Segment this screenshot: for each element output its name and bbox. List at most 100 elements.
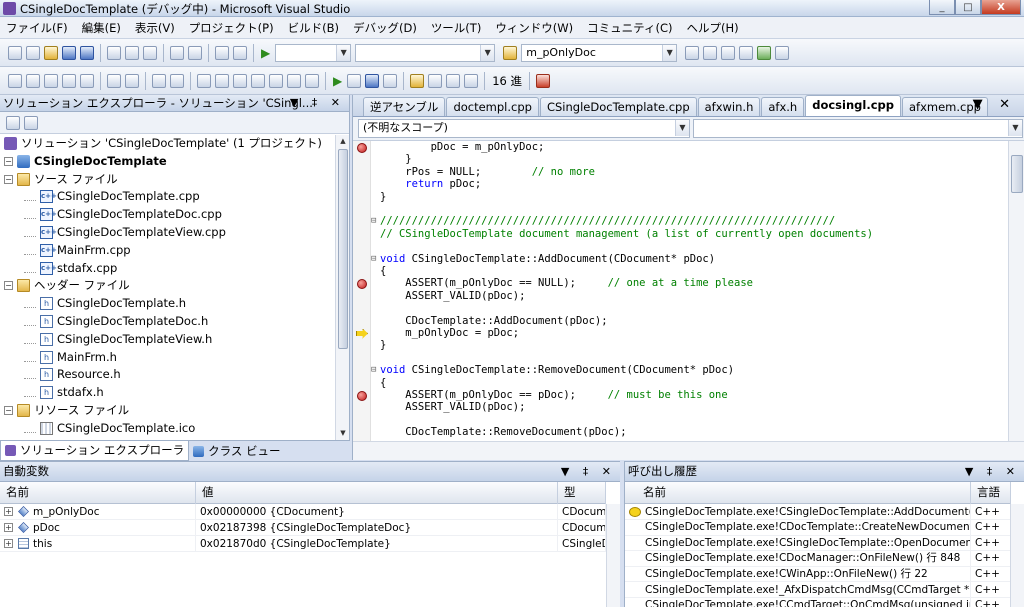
- break-all-icon[interactable]: [347, 74, 362, 88]
- uncomment-icon[interactable]: [170, 74, 184, 88]
- breakpoint-icon[interactable]: [357, 278, 367, 289]
- bookmark-next-icon[interactable]: [233, 74, 247, 88]
- save-all-icon[interactable]: [80, 46, 94, 60]
- expand-toggle-icon[interactable]: −: [4, 156, 13, 166]
- menu-item[interactable]: プロジェクト(P): [189, 20, 274, 36]
- solution-explorer-scrollbar[interactable]: ▲ ▼: [335, 135, 349, 440]
- word-completion-icon[interactable]: [80, 74, 94, 88]
- comment-out-icon[interactable]: [152, 74, 166, 88]
- bookmark-next-folder-icon[interactable]: [269, 74, 283, 88]
- tree-item[interactable]: h CSingleDocTemplateView.h: [24, 331, 212, 348]
- expand-plus-icon[interactable]: +: [4, 507, 13, 516]
- tree-item[interactable]: ソリューション 'CSingleDocTemplate' (1 プロジェクト): [4, 135, 322, 152]
- tab-solution-explorer[interactable]: ソリューション エクスプローラ: [0, 441, 190, 461]
- solution-platform-combo[interactable]: ▼: [355, 44, 496, 62]
- menu-item[interactable]: 表示(V): [135, 20, 175, 36]
- expand-plus-icon[interactable]: +: [4, 539, 13, 548]
- scroll-up-icon[interactable]: ▲: [336, 135, 350, 148]
- breakpoint-icon[interactable]: [357, 142, 367, 153]
- scroll-down-icon[interactable]: ▼: [336, 427, 350, 440]
- find-in-files-icon[interactable]: [503, 46, 518, 60]
- table-row[interactable]: CSingleDocTemplate.exe!_AfxDispatchCmdMs…: [625, 582, 1011, 598]
- menu-item[interactable]: 編集(E): [82, 20, 121, 36]
- increase-indent-icon[interactable]: [125, 74, 139, 88]
- toolbox-icon[interactable]: [739, 46, 754, 60]
- autos-value-cell[interactable]: 0x02187398 {CSingleDocTemplateDoc}: [196, 520, 558, 535]
- table-row[interactable]: + this 0x021870d0 {CSingleDocTemplate} CSin…: [0, 536, 606, 552]
- tree-item[interactable]: − ヘッダー ファイル: [4, 277, 130, 294]
- scroll-thumb[interactable]: [1011, 155, 1023, 193]
- tree-item[interactable]: h Resource.h: [24, 366, 121, 383]
- editor-tab[interactable]: afxwin.h: [697, 97, 761, 116]
- menu-item[interactable]: ビルド(B): [288, 20, 339, 36]
- bookmark-previous-icon[interactable]: [215, 74, 229, 88]
- maximize-button[interactable]: □: [955, 0, 981, 15]
- step-into-icon[interactable]: [428, 74, 443, 88]
- table-row[interactable]: CSingleDocTemplate.exe!CSingleDocTemplat…: [625, 535, 1011, 552]
- autos-column-header[interactable]: 値: [196, 482, 558, 504]
- cut-icon[interactable]: [107, 46, 121, 60]
- step-out-icon[interactable]: [464, 74, 479, 88]
- other-windows-icon[interactable]: [775, 46, 790, 60]
- fold-toggle-icon[interactable]: ⊟: [371, 364, 380, 377]
- menu-item[interactable]: ファイル(F): [6, 20, 68, 36]
- copy-icon[interactable]: [125, 46, 139, 60]
- paste-icon[interactable]: [143, 46, 157, 60]
- undo-icon[interactable]: [170, 46, 184, 60]
- editor-tab[interactable]: doctempl.cpp: [446, 97, 539, 116]
- autos-column-header[interactable]: 型: [558, 482, 606, 504]
- table-row[interactable]: CSingleDocTemplate.exe!CDocManager::OnFi…: [625, 550, 1011, 567]
- properties-window-icon[interactable]: [703, 46, 718, 60]
- start-debugging-icon[interactable]: ▶: [261, 46, 270, 60]
- breakpoint-icon[interactable]: [357, 390, 367, 401]
- menu-item[interactable]: ヘルプ(H): [686, 20, 738, 36]
- editor-tab[interactable]: 逆アセンブル: [363, 97, 446, 116]
- editor-tab[interactable]: CSingleDocTemplate.cpp: [539, 97, 697, 116]
- scope-combo-right[interactable]: ▼: [693, 119, 1023, 138]
- autos-scrollbar[interactable]: [606, 504, 620, 607]
- step-over-icon[interactable]: [446, 74, 461, 88]
- text-editor-icon[interactable]: [8, 74, 22, 88]
- expand-toggle-icon[interactable]: −: [4, 406, 13, 415]
- show-all-files-icon[interactable]: [24, 115, 38, 130]
- table-row[interactable]: CSingleDocTemplate.exe!CWinApp::OnFileNe…: [625, 566, 1011, 583]
- close-button[interactable]: X: [981, 0, 1021, 15]
- start-page-icon[interactable]: [757, 46, 772, 60]
- breakpoints-window-icon[interactable]: [536, 74, 551, 88]
- show-next-statement-icon[interactable]: [410, 74, 425, 88]
- redo-icon[interactable]: [188, 46, 202, 60]
- scroll-thumb[interactable]: [338, 149, 348, 349]
- autos-value-cell[interactable]: 0x00000000 {CDocument}: [196, 504, 558, 519]
- panel-controls[interactable]: ▼ ‡ ✕: [965, 462, 1020, 481]
- hexadecimal-display-toggle[interactable]: 16 進: [492, 73, 522, 89]
- find-combo[interactable]: m_pOnlyDoc ▼: [521, 44, 678, 62]
- tree-item[interactable]: h MainFrm.h: [24, 349, 117, 366]
- expand-toggle-icon[interactable]: −: [4, 174, 13, 184]
- bookmark-clear-icon[interactable]: [287, 74, 301, 88]
- member-list-icon[interactable]: [26, 74, 40, 88]
- new-project-icon[interactable]: [8, 46, 22, 60]
- tree-item[interactable]: c++ stdafx.cpp: [24, 260, 117, 277]
- navigate-back-icon[interactable]: [215, 46, 229, 60]
- editor-vertical-scrollbar[interactable]: [1008, 141, 1024, 441]
- call-stack-scrollbar[interactable]: [1010, 504, 1024, 607]
- menu-item[interactable]: コミュニティ(C): [587, 20, 672, 36]
- table-row[interactable]: CSingleDocTemplate.exe!CSingleDocTemplat…: [625, 504, 1011, 520]
- tree-item[interactable]: c++ CSingleDocTemplate.cpp: [24, 188, 200, 205]
- solution-explorer-icon[interactable]: [685, 46, 700, 60]
- current-statement-arrow-icon[interactable]: [356, 328, 368, 339]
- bookmark-toggle-icon[interactable]: [197, 74, 211, 88]
- editor-tab[interactable]: afx.h: [761, 97, 805, 116]
- editor-tab-controls[interactable]: ▼ ✕: [973, 97, 1016, 112]
- panel-controls[interactable]: ▼ ‡ ✕: [290, 95, 345, 111]
- panel-controls[interactable]: ▼ ‡ ✕: [561, 462, 616, 481]
- decrease-indent-icon[interactable]: [107, 74, 121, 88]
- properties-icon[interactable]: [6, 115, 20, 130]
- table-row[interactable]: CSingleDocTemplate.exe!CDocTemplate::Cre…: [625, 519, 1011, 536]
- save-icon[interactable]: [62, 46, 76, 60]
- tree-item[interactable]: h CSingleDocTemplate.h: [24, 295, 186, 312]
- menu-item[interactable]: ウィンドウ(W): [495, 20, 573, 36]
- object-browser-icon[interactable]: [721, 46, 736, 60]
- add-item-icon[interactable]: [26, 46, 40, 60]
- call-stack-column-header[interactable]: 名前: [625, 482, 971, 504]
